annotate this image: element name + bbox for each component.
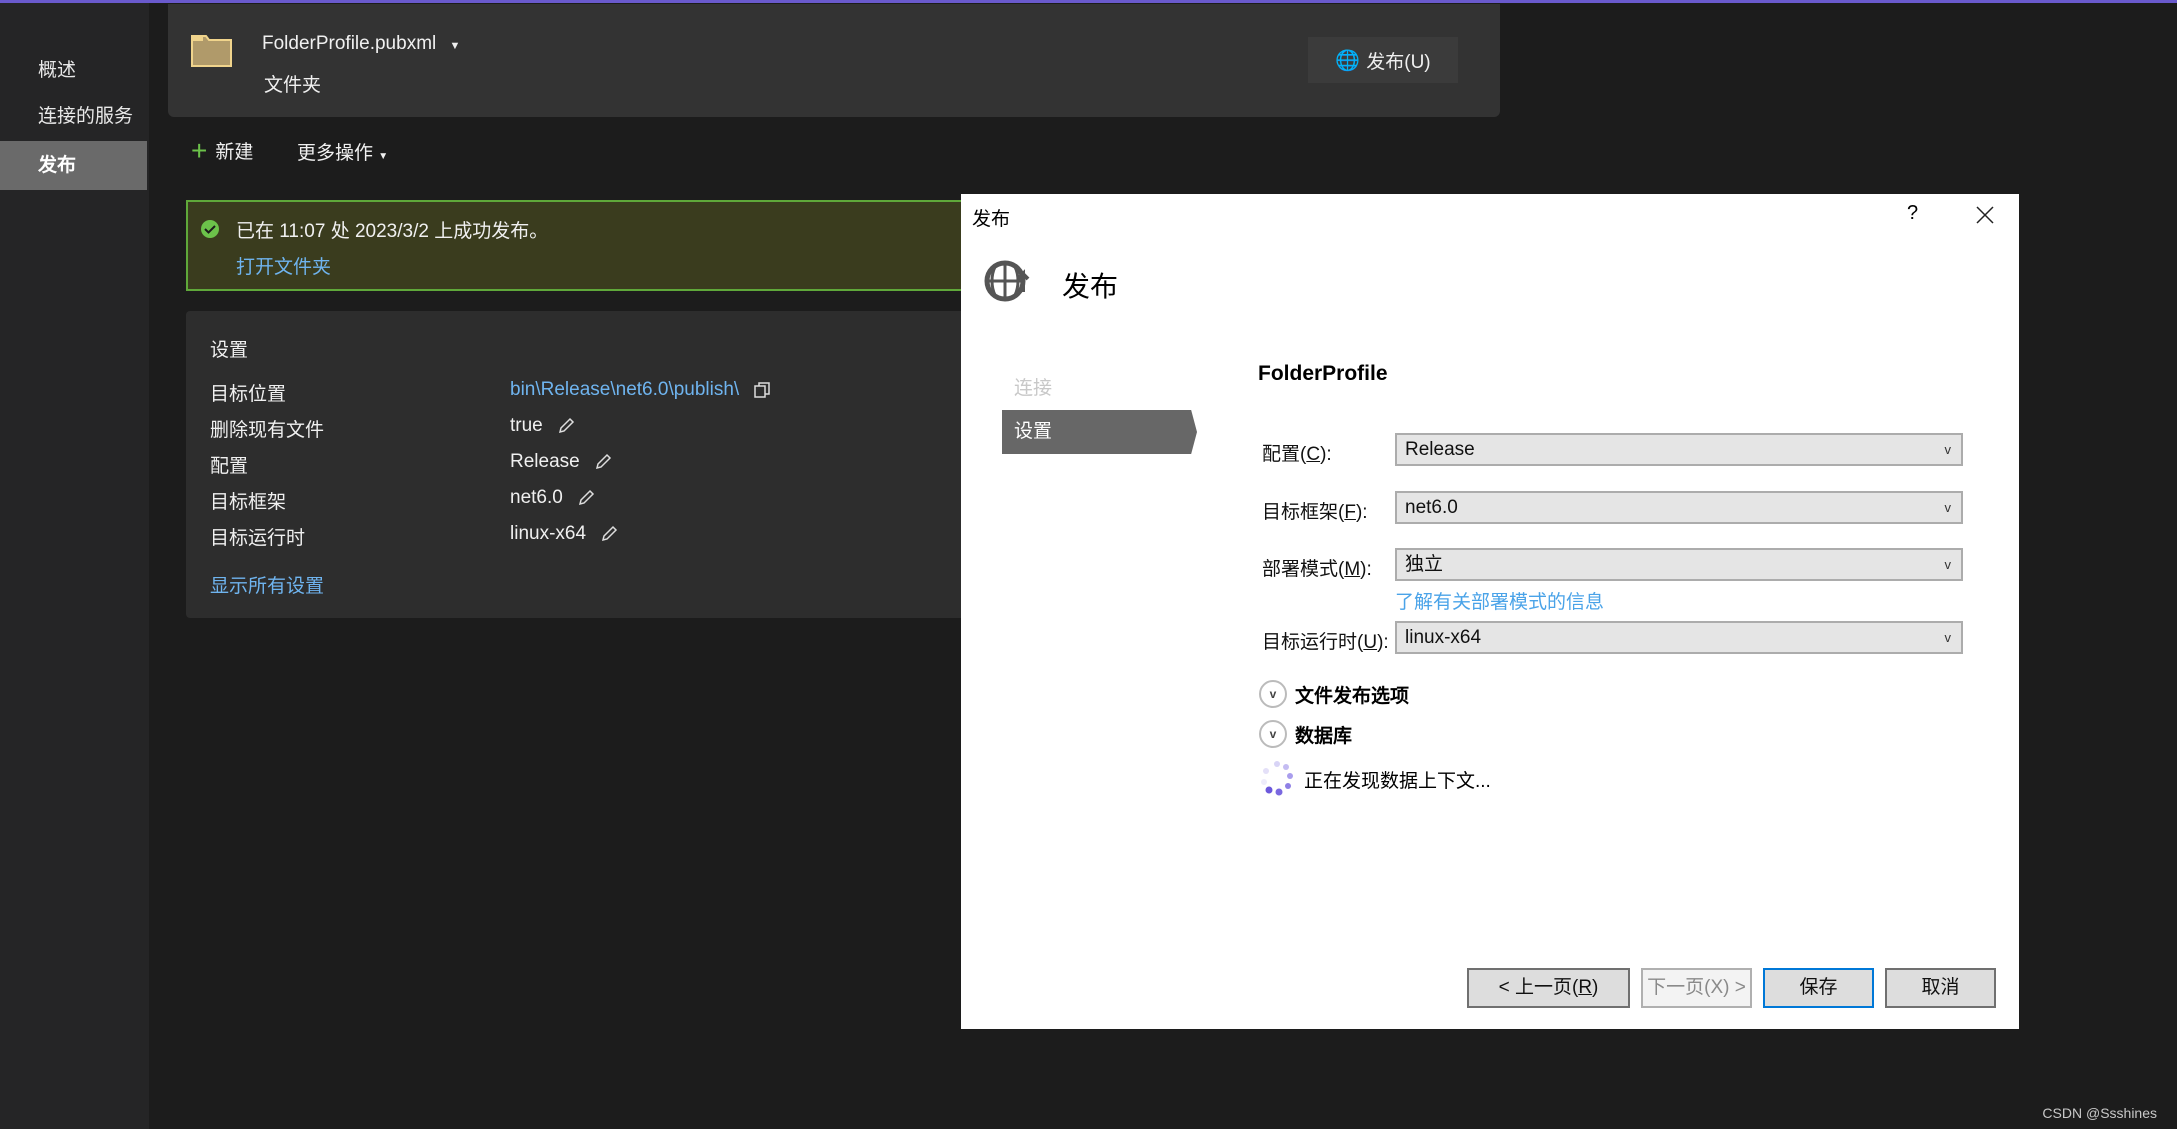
new-profile-button[interactable]: + 新建 bbox=[191, 134, 254, 166]
chevron-down-icon: v bbox=[1944, 442, 1952, 457]
chevron-down-icon: ▼ bbox=[449, 40, 461, 52]
nav-settings[interactable]: 设置 bbox=[1002, 410, 1197, 454]
config-value: Release bbox=[1405, 439, 1475, 460]
target-location-link[interactable]: bin\Release\net6.0\publish\ bbox=[510, 379, 739, 401]
setting-value: true bbox=[510, 415, 543, 436]
more-actions-label: 更多操作 bbox=[297, 143, 374, 164]
setting-label: 目标位置 bbox=[210, 384, 287, 405]
publish-button[interactable]: 🌐 发布(U) bbox=[1308, 37, 1458, 83]
setting-value: net6.0 bbox=[510, 487, 563, 508]
chevron-down-icon: v bbox=[1944, 557, 1952, 572]
top-accent-line bbox=[0, 0, 2177, 3]
deploy-mode-value: 独立 bbox=[1405, 554, 1444, 575]
publish-button-label: 发布(U) bbox=[1366, 51, 1431, 73]
new-label: 新建 bbox=[215, 142, 254, 163]
publish-globe-icon: 🌐 bbox=[1335, 49, 1361, 72]
runtime-dropdown[interactable]: linux-x64 v bbox=[1395, 621, 1963, 654]
success-message: 已在 11:07 处 2023/3/2 上成功发布。 bbox=[236, 221, 549, 242]
cancel-button[interactable]: 取消 bbox=[1885, 968, 1996, 1008]
show-all-settings-link[interactable]: 显示所有设置 bbox=[210, 571, 324, 598]
deploy-mode-info-link[interactable]: 了解有关部署模式的信息 bbox=[1395, 587, 1604, 614]
plus-icon: + bbox=[191, 134, 208, 166]
setting-label: 目标运行时 bbox=[210, 528, 306, 549]
framework-value: net6.0 bbox=[1405, 497, 1458, 518]
database-label: 数据库 bbox=[1295, 725, 1353, 747]
publish-dialog: 发布 ? 发布 连接 设置 FolderProfile 配置(C): Relea… bbox=[961, 194, 2019, 1029]
check-circle-icon bbox=[201, 220, 219, 238]
edit-pencil-icon[interactable] bbox=[557, 417, 575, 435]
setting-value: Release bbox=[510, 451, 580, 472]
profile-type: 文件夹 bbox=[264, 75, 322, 96]
file-publish-options-label: 文件发布选项 bbox=[1295, 685, 1410, 707]
profile-title: FolderProfile bbox=[1258, 362, 1388, 385]
help-button[interactable]: ? bbox=[1907, 202, 1918, 225]
runtime-label: 目标运行时(U): bbox=[1262, 632, 1389, 653]
file-publish-options-expander[interactable]: v 文件发布选项 bbox=[1259, 680, 1409, 708]
profile-header bbox=[168, 4, 1500, 117]
previous-button[interactable]: < 上一页(R) bbox=[1467, 968, 1630, 1008]
more-actions-button[interactable]: 更多操作 ▼ bbox=[297, 138, 388, 165]
copy-icon[interactable] bbox=[753, 381, 771, 399]
profile-selector[interactable]: FolderProfile.pubxml ▼ bbox=[262, 33, 460, 55]
config-label: 配置(C): bbox=[1262, 444, 1332, 465]
expand-chevron-icon: v bbox=[1259, 720, 1287, 748]
chevron-down-icon: ▼ bbox=[378, 151, 389, 162]
loading-spinner-icon bbox=[1261, 761, 1293, 796]
profile-name: FolderProfile.pubxml bbox=[262, 33, 437, 54]
setting-label: 删除现有文件 bbox=[210, 420, 325, 441]
discovering-status: 正在发现数据上下文... bbox=[1304, 771, 1491, 792]
open-folder-link[interactable]: 打开文件夹 bbox=[236, 252, 331, 279]
setting-value: linux-x64 bbox=[510, 523, 587, 544]
deploy-mode-dropdown[interactable]: 独立 v bbox=[1395, 548, 1963, 581]
sidebar-item-connected-services[interactable]: 连接的服务 bbox=[0, 92, 147, 141]
next-button[interactable]: 下一页(X) > bbox=[1641, 968, 1752, 1008]
edit-pencil-icon[interactable] bbox=[594, 453, 612, 471]
sidebar: 概述 连接的服务 发布 bbox=[0, 3, 149, 1129]
expand-chevron-icon: v bbox=[1259, 680, 1287, 708]
settings-title: 设置 bbox=[210, 340, 249, 361]
save-button[interactable]: 保存 bbox=[1763, 968, 1874, 1008]
settings-card: 设置 目标位置 bin\Release\net6.0\publish\ 删除现有… bbox=[186, 311, 986, 618]
sidebar-item-overview[interactable]: 概述 bbox=[0, 46, 147, 95]
dialog-heading: 发布 bbox=[1062, 271, 1119, 302]
edit-pencil-icon[interactable] bbox=[600, 525, 618, 543]
framework-dropdown[interactable]: net6.0 v bbox=[1395, 491, 1963, 524]
watermark: CSDN @Ssshines bbox=[2042, 1105, 2157, 1121]
edit-pencil-icon[interactable] bbox=[577, 489, 595, 507]
close-icon[interactable] bbox=[1976, 206, 1994, 224]
folder-icon bbox=[191, 35, 232, 67]
nav-connect[interactable]: 连接 bbox=[1014, 373, 1052, 400]
dialog-title: 发布 bbox=[972, 209, 1011, 230]
chevron-down-icon: v bbox=[1944, 630, 1952, 645]
setting-label: 目标框架 bbox=[210, 492, 287, 513]
deploy-mode-label: 部署模式(M): bbox=[1262, 559, 1372, 580]
config-dropdown[interactable]: Release v bbox=[1395, 433, 1963, 466]
database-expander[interactable]: v 数据库 bbox=[1259, 720, 1352, 748]
setting-label: 配置 bbox=[210, 456, 249, 477]
sidebar-item-publish[interactable]: 发布 bbox=[0, 141, 147, 190]
framework-label: 目标框架(F): bbox=[1262, 502, 1368, 523]
success-banner: 已在 11:07 处 2023/3/2 上成功发布。 打开文件夹 bbox=[186, 200, 986, 291]
globe-publish-icon bbox=[984, 260, 1030, 302]
chevron-down-icon: v bbox=[1944, 500, 1952, 515]
runtime-value: linux-x64 bbox=[1405, 627, 1482, 648]
